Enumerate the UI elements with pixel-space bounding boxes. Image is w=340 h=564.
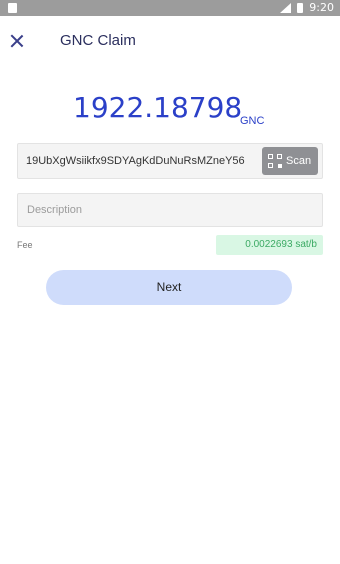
close-icon[interactable] [9, 33, 25, 49]
qr-scan-icon [268, 154, 282, 168]
balance-amount: 1922.18798 [73, 91, 243, 124]
fee-rate-value: 0.0022693 sat/b [245, 239, 317, 250]
status-bar: 9:20 [0, 0, 340, 16]
signal-icon [280, 3, 291, 13]
sd-card-icon [8, 3, 17, 13]
next-button-label: Next [156, 280, 182, 294]
app-bar: GNC Claim [0, 16, 340, 66]
description-field-container [17, 193, 323, 227]
fee-rate-badge[interactable]: 0.0022693 sat/b [216, 235, 323, 255]
next-button[interactable]: Next [46, 270, 292, 305]
description-input[interactable] [18, 194, 322, 226]
battery-icon [297, 3, 303, 13]
balance-unit: GNC [240, 115, 265, 127]
address-value[interactable]: 19UbXgWsiikfx9SDYAgKdDuNuRsMZneY56 [26, 155, 262, 168]
scan-button[interactable]: Scan [262, 147, 318, 175]
fee-label: Fee [17, 240, 33, 250]
page-title: GNC Claim [60, 32, 136, 49]
address-field[interactable]: 19UbXgWsiikfx9SDYAgKdDuNuRsMZneY56 Scan [17, 143, 323, 179]
scan-button-label: Scan [286, 155, 312, 167]
status-time: 9:20 [309, 1, 334, 14]
